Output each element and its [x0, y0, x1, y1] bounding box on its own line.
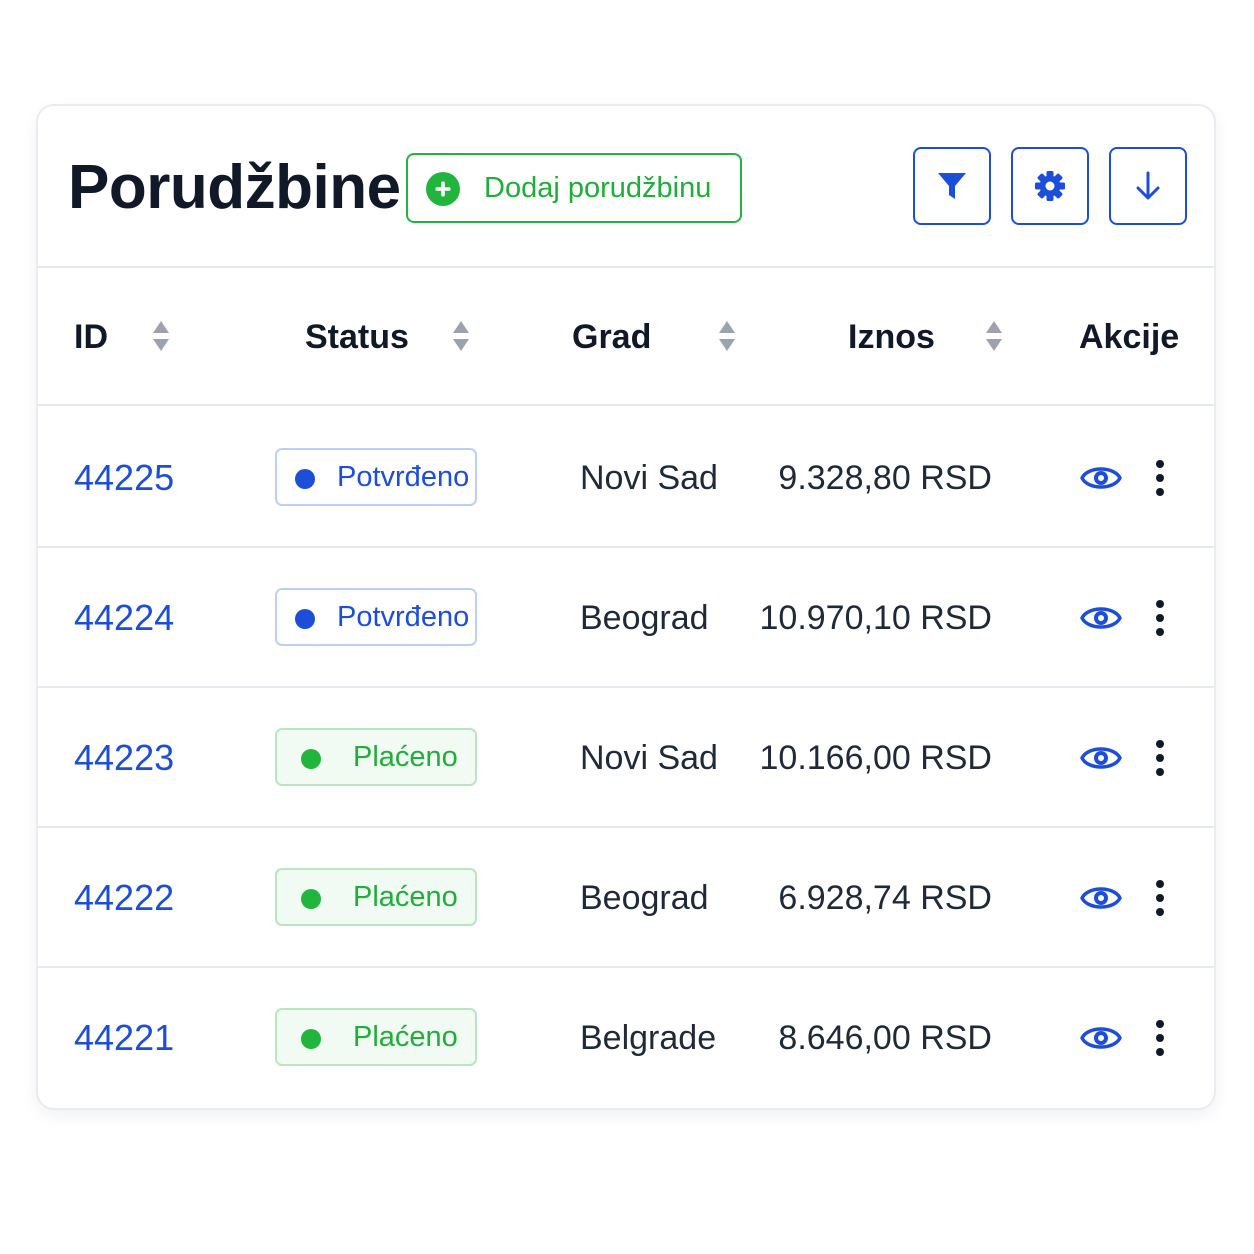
- eye-icon[interactable]: [1080, 740, 1122, 776]
- status-dot: [295, 469, 315, 489]
- table-row: 44223 Plaćeno Novi Sad 10.166,00 RSD: [38, 688, 1214, 828]
- plus-circle-icon: [426, 172, 460, 206]
- status-badge: Plaćeno: [275, 1008, 477, 1066]
- order-id-link[interactable]: 44221: [74, 968, 174, 1108]
- more-vertical-icon[interactable]: [1148, 458, 1172, 498]
- column-header-id[interactable]: ID: [74, 268, 108, 406]
- eye-icon[interactable]: [1080, 460, 1122, 496]
- order-id-link[interactable]: 44223: [74, 688, 174, 828]
- filter-button[interactable]: [913, 147, 991, 225]
- table-row: 44221 Plaćeno Belgrade 8.646,00 RSD: [38, 968, 1214, 1108]
- city-cell: Novi Sad: [580, 459, 718, 497]
- status-label: Plaćeno: [353, 1021, 458, 1053]
- status-badge: Plaćeno: [275, 868, 477, 926]
- table-row: 44225 Potvrđeno Novi Sad 9.328,80 RSD: [38, 408, 1214, 548]
- status-dot: [295, 609, 315, 629]
- settings-button[interactable]: [1011, 147, 1089, 225]
- download-icon: [1136, 171, 1160, 200]
- eye-icon[interactable]: [1080, 600, 1122, 636]
- status-label: Plaćeno: [353, 741, 458, 773]
- sort-icon[interactable]: [452, 320, 470, 352]
- filter-icon: [938, 173, 966, 199]
- column-header-status[interactable]: Status: [305, 268, 409, 406]
- amount-cell: 8.646,00 RSD: [778, 1019, 992, 1057]
- order-id-link[interactable]: 44224: [74, 548, 174, 688]
- order-id-link[interactable]: 44225: [74, 408, 174, 548]
- add-order-button[interactable]: Dodaj porudžbinu: [406, 153, 742, 223]
- more-vertical-icon[interactable]: [1148, 1018, 1172, 1058]
- orders-card: Porudžbine Dodaj porudžbinu ID Status Gr…: [36, 104, 1216, 1110]
- download-button[interactable]: [1109, 147, 1187, 225]
- status-badge: Potvrđeno: [275, 588, 477, 646]
- sort-icon[interactable]: [985, 320, 1003, 352]
- column-header-amount[interactable]: Iznos: [848, 268, 935, 406]
- eye-icon[interactable]: [1080, 880, 1122, 916]
- eye-icon[interactable]: [1080, 1020, 1122, 1056]
- status-label: Potvrđeno: [337, 461, 470, 493]
- sort-icon[interactable]: [718, 320, 736, 352]
- status-dot: [301, 889, 321, 909]
- more-vertical-icon[interactable]: [1148, 598, 1172, 638]
- add-order-label: Dodaj porudžbinu: [484, 172, 712, 204]
- card-header: Porudžbine Dodaj porudžbinu: [38, 106, 1214, 268]
- amount-cell: 6.928,74 RSD: [778, 879, 992, 917]
- sort-icon[interactable]: [152, 320, 170, 352]
- table-row: 44222 Plaćeno Beograd 6.928,74 RSD: [38, 828, 1214, 968]
- status-badge: Plaćeno: [275, 728, 477, 786]
- gear-icon: [1035, 171, 1065, 201]
- column-header-city[interactable]: Grad: [572, 268, 651, 406]
- city-cell: Novi Sad: [580, 739, 718, 777]
- status-label: Plaćeno: [353, 881, 458, 913]
- column-header-actions: Akcije: [1079, 318, 1180, 356]
- status-label: Potvrđeno: [337, 601, 470, 633]
- more-vertical-icon[interactable]: [1148, 878, 1172, 918]
- city-cell: Beograd: [580, 879, 709, 917]
- amount-cell: 10.970,10 RSD: [759, 599, 993, 637]
- city-cell: Beograd: [580, 599, 709, 637]
- status-dot: [301, 749, 321, 769]
- status-dot: [301, 1029, 321, 1049]
- amount-cell: 9.328,80 RSD: [778, 459, 992, 497]
- table-header: ID Status Grad Iznos Akcije: [38, 268, 1214, 406]
- page-title: Porudžbine: [68, 153, 401, 222]
- amount-cell: 10.166,00 RSD: [759, 739, 993, 777]
- more-vertical-icon[interactable]: [1148, 738, 1172, 778]
- status-badge: Potvrđeno: [275, 448, 477, 506]
- order-id-link[interactable]: 44222: [74, 828, 174, 968]
- city-cell: Belgrade: [580, 1019, 717, 1057]
- table-row: 44224 Potvrđeno Beograd 10.970,10 RSD: [38, 548, 1214, 688]
